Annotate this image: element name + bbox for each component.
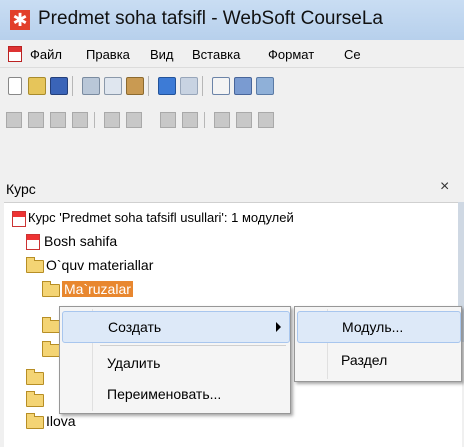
folder-icon (42, 317, 60, 333)
tree-root-label: Курс 'Predmet soha tafsifl usullari': 1 … (28, 210, 294, 225)
menu-item-label: Удалить (107, 355, 161, 371)
align-left-icon[interactable] (214, 112, 230, 128)
menu-edit[interactable]: Правка (86, 47, 130, 62)
menu-bar: Файл Правка Вид Вставка Формат Се (0, 40, 464, 67)
insert-picture-icon[interactable] (256, 77, 274, 95)
folder-icon (26, 391, 44, 407)
chevron-right-icon (276, 322, 281, 332)
folder-icon (42, 341, 60, 357)
insert-text-icon[interactable] (212, 77, 230, 95)
folder-icon (26, 413, 44, 429)
menu-file[interactable]: Файл (30, 47, 62, 62)
align-icon[interactable] (6, 112, 22, 128)
menu-item-delete[interactable]: Удалить (62, 348, 288, 378)
menu-view[interactable]: Вид (150, 47, 174, 62)
indent-icon[interactable] (104, 112, 120, 128)
undo-icon[interactable] (158, 77, 176, 95)
menu-format[interactable]: Формат (268, 47, 314, 62)
folder-open-icon (42, 281, 60, 297)
align-icon[interactable] (28, 112, 44, 128)
tree-item-label: Bosh sahifa (44, 233, 118, 249)
toolbar-separator (94, 112, 95, 128)
menu-item-section[interactable]: Раздел (297, 345, 459, 375)
page-icon (26, 234, 40, 250)
menu-item-create[interactable]: Создать (62, 311, 290, 343)
align-icon[interactable] (50, 112, 66, 128)
align-icon[interactable] (72, 112, 88, 128)
paste-icon[interactable] (126, 77, 144, 95)
tree-item-label: Ilova (46, 413, 76, 429)
toolbar-separator (202, 76, 203, 96)
formatting-toolbar (0, 103, 464, 137)
course-icon (12, 211, 26, 227)
open-folder-icon[interactable] (28, 77, 46, 95)
new-document-icon[interactable] (8, 77, 22, 95)
align-center-icon[interactable] (236, 112, 252, 128)
folder-open-icon (26, 257, 44, 273)
toolbar-separator (204, 112, 205, 128)
panel-title: Курс (6, 181, 36, 197)
toolbar-separator (148, 76, 149, 96)
toolbar-separator (72, 76, 73, 96)
menu-insert[interactable]: Вставка (192, 47, 240, 62)
menu-item-label: Раздел (341, 352, 388, 368)
menu-item-rename[interactable]: Переименовать... (62, 379, 288, 409)
redo-icon[interactable] (180, 77, 198, 95)
menu-separator (100, 345, 286, 346)
tree-item-label: O`quv materiallar (46, 257, 154, 273)
insert-image-icon[interactable] (234, 77, 252, 95)
menu-item-module[interactable]: Модуль... (297, 311, 461, 343)
folder-icon (26, 369, 44, 385)
menu-service[interactable]: Се (344, 47, 361, 62)
close-icon[interactable]: × (440, 178, 449, 196)
menu-item-label: Переименовать... (107, 386, 222, 402)
table-icon[interactable] (182, 112, 198, 128)
context-menu: Создать Удалить Переименовать... (59, 306, 291, 414)
create-submenu: Модуль... Раздел (294, 306, 462, 382)
standard-toolbar (0, 67, 464, 104)
cut-icon[interactable] (82, 77, 100, 95)
menu-item-label: Модуль... (342, 319, 404, 335)
copy-icon[interactable] (104, 77, 122, 95)
table-icon[interactable] (160, 112, 176, 128)
menu-item-label: Создать (108, 319, 162, 335)
indent-icon[interactable] (126, 112, 142, 128)
document-icon[interactable] (8, 46, 22, 62)
save-icon[interactable] (50, 77, 68, 95)
title-bar: ✱ Predmet soha tafsifl - WebSoft CourseL… (0, 0, 464, 40)
window-title: Predmet soha tafsifl - WebSoft CourseLa (38, 8, 383, 29)
tree-item-label-selected: Ma`ruzalar (62, 281, 133, 297)
asterisk-app-icon[interactable]: ✱ (10, 10, 30, 30)
align-right-icon[interactable] (258, 112, 274, 128)
